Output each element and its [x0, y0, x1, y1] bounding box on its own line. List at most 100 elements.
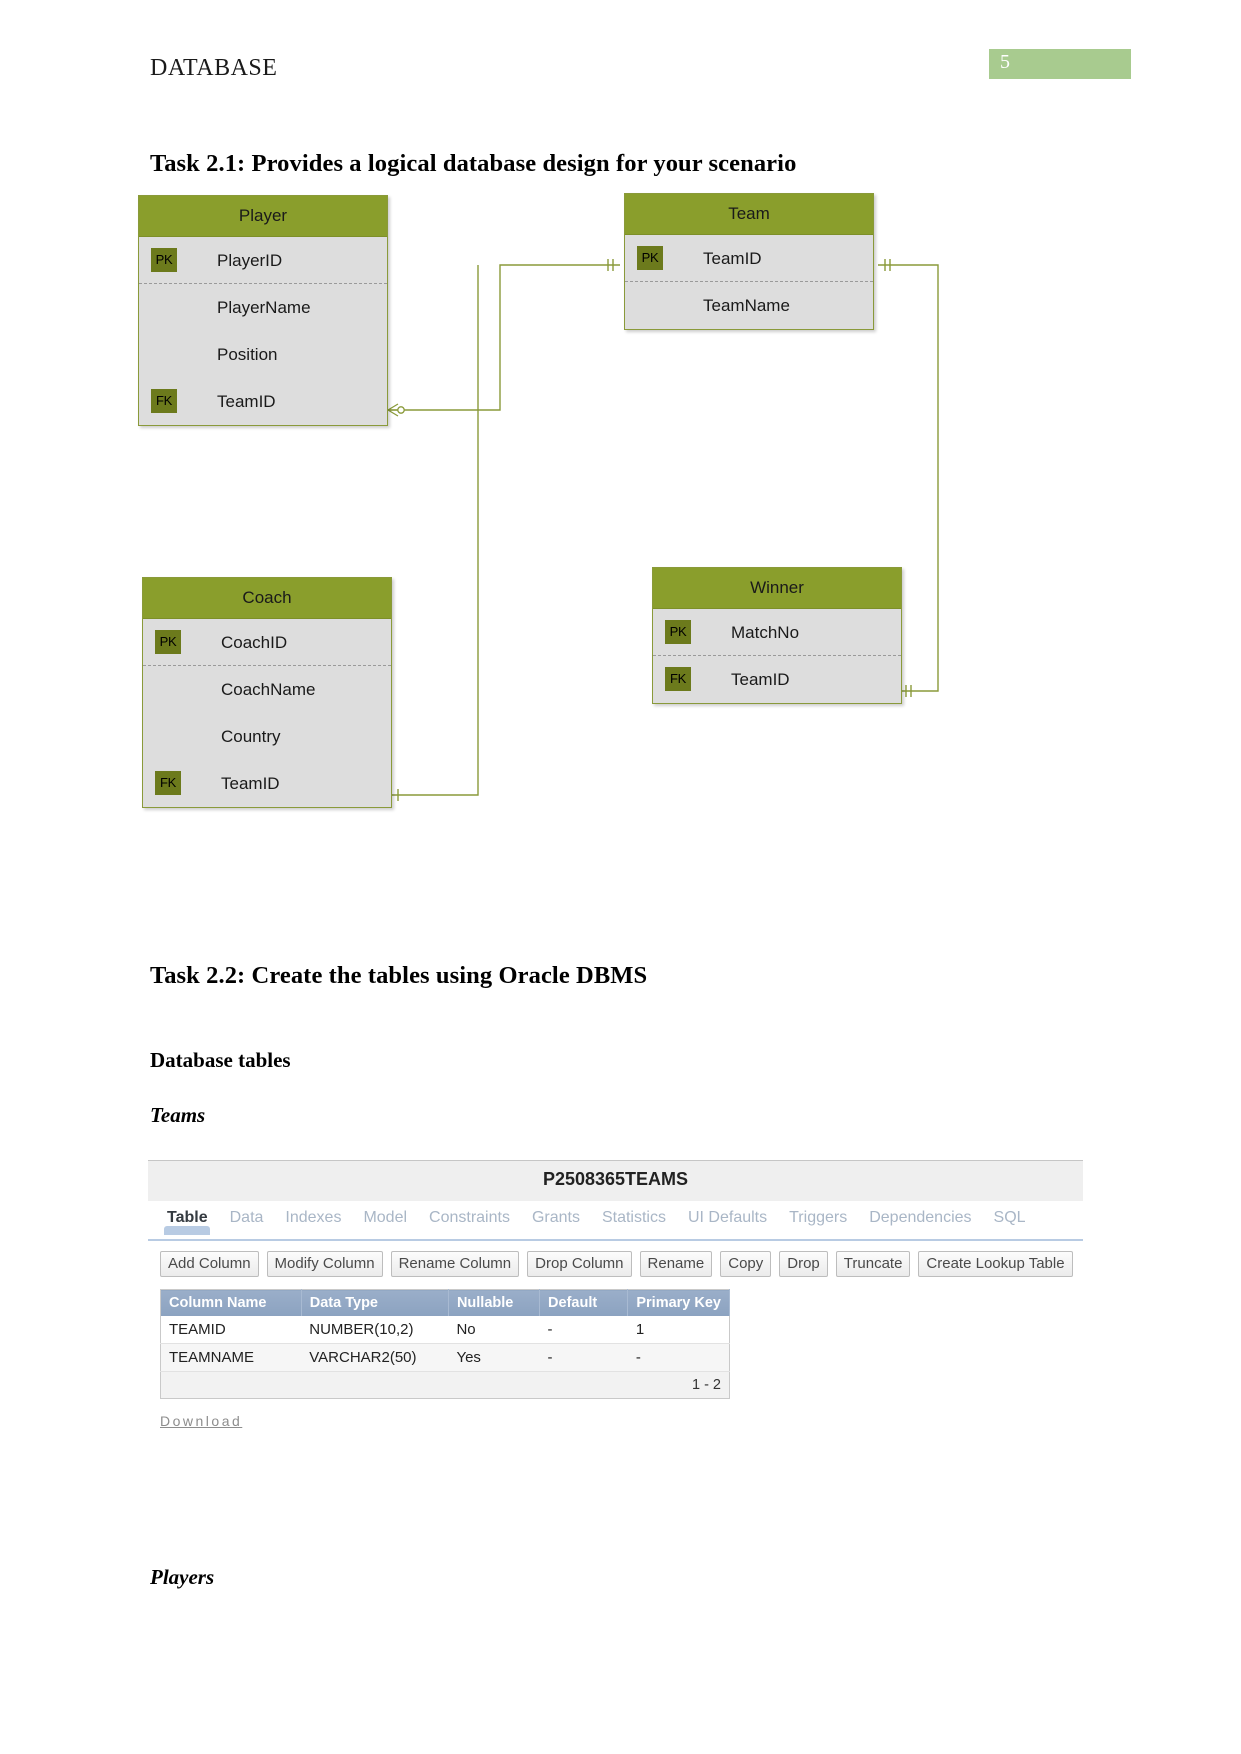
- drop-button[interactable]: Drop: [779, 1251, 828, 1277]
- apex-tab-strip[interactable]: Table Data Indexes Model Constraints Gra…: [148, 1201, 1083, 1241]
- tab-constraints[interactable]: Constraints: [420, 1201, 519, 1233]
- tab-model[interactable]: Model: [354, 1201, 416, 1233]
- entity-team: Team PK TeamID TeamName: [624, 193, 874, 330]
- page-header: DATABASE 5: [150, 49, 1131, 95]
- crowsfoot-player: [387, 403, 405, 417]
- page-number-badge: 5: [989, 49, 1131, 79]
- column-header-column-name[interactable]: Column Name: [160, 1289, 302, 1316]
- table-header-row: Column Name Data Type Nullable Default P…: [160, 1289, 730, 1316]
- cell-column-name: TEAMNAME: [160, 1343, 302, 1372]
- entity-winner: Winner PK MatchNo FK TeamID: [652, 567, 902, 704]
- tab-data[interactable]: Data: [221, 1201, 273, 1233]
- column-definitions-table: Column Name Data Type Nullable Default P…: [160, 1289, 730, 1399]
- cell-nullable: No: [448, 1316, 540, 1344]
- tab-grants[interactable]: Grants: [523, 1201, 589, 1233]
- attribute-coachname: CoachName: [143, 666, 391, 713]
- truncate-button[interactable]: Truncate: [835, 1251, 911, 1277]
- attribute-position: Position: [139, 331, 387, 378]
- apex-title-bar: P2508365TEAMS: [148, 1160, 1083, 1201]
- entity-player-title: Player: [139, 196, 387, 237]
- table-row[interactable]: TEAMNAME VARCHAR2(50) Yes - -: [160, 1343, 730, 1372]
- pk-badge: PK: [665, 620, 691, 644]
- heading-task-2-2: Task 2.2: Create the tables using Oracle…: [150, 962, 648, 989]
- cell-nullable: Yes: [448, 1343, 540, 1372]
- pk-badge: PK: [637, 246, 663, 270]
- entity-player-attributes: PK PlayerID PlayerName Position FK TeamI…: [139, 237, 387, 425]
- cell-data-type: VARCHAR2(50): [301, 1343, 449, 1372]
- tab-indexes[interactable]: Indexes: [276, 1201, 350, 1233]
- entity-team-title: Team: [625, 194, 873, 235]
- attribute-teamid: PK TeamID: [625, 235, 873, 282]
- rename-column-button[interactable]: Rename Column: [390, 1251, 520, 1277]
- page-number-value: 5: [1000, 51, 1010, 73]
- attribute-playername: PlayerName: [139, 284, 387, 331]
- tab-statistics[interactable]: Statistics: [593, 1201, 675, 1233]
- heading-teams: Teams: [150, 1103, 206, 1127]
- rename-button[interactable]: Rename: [639, 1251, 713, 1277]
- attribute-label: CoachName: [221, 680, 316, 699]
- attribute-label: TeamID: [217, 392, 276, 411]
- entity-player: Player PK PlayerID PlayerName Position F…: [138, 195, 388, 426]
- cell-default: -: [539, 1343, 628, 1372]
- attribute-label: TeamID: [703, 249, 762, 268]
- attribute-playerid: PK PlayerID: [139, 237, 387, 284]
- pk-badge: PK: [155, 630, 181, 654]
- attribute-teamname: TeamName: [625, 282, 873, 329]
- attribute-label: PlayerName: [217, 298, 311, 317]
- attribute-country: Country: [143, 713, 391, 760]
- entity-coach-title: Coach: [143, 578, 391, 619]
- attribute-label: TeamID: [731, 670, 790, 689]
- heading-database-tables: Database tables: [150, 1048, 291, 1072]
- attribute-label: PlayerID: [217, 251, 283, 270]
- tab-triggers[interactable]: Triggers: [780, 1201, 856, 1233]
- attribute-coachid: PK CoachID: [143, 619, 391, 666]
- cell-primary-key: 1: [627, 1316, 730, 1344]
- column-header-primary-key[interactable]: Primary Key: [627, 1289, 730, 1316]
- apex-action-toolbar: Add Column Modify Column Rename Column D…: [148, 1241, 1083, 1283]
- modify-column-button[interactable]: Modify Column: [266, 1251, 383, 1277]
- fk-badge: FK: [155, 771, 181, 795]
- drop-column-button[interactable]: Drop Column: [527, 1251, 632, 1277]
- entity-winner-attributes: PK MatchNo FK TeamID: [653, 609, 901, 703]
- attribute-teamid-fk: FK TeamID: [139, 378, 387, 425]
- entity-coach: Coach PK CoachID CoachName Country FK Te…: [142, 577, 392, 808]
- attribute-label: TeamName: [703, 296, 790, 315]
- attribute-label: TeamID: [221, 774, 280, 793]
- copy-button[interactable]: Copy: [720, 1251, 772, 1277]
- heading-players: Players: [150, 1565, 215, 1589]
- attribute-label: CoachID: [221, 633, 288, 652]
- cell-data-type: NUMBER(10,2): [301, 1316, 449, 1344]
- tab-table[interactable]: Table: [158, 1201, 217, 1235]
- column-header-nullable[interactable]: Nullable: [448, 1289, 541, 1316]
- cell-default: -: [539, 1316, 628, 1344]
- attribute-teamid-fk: FK TeamID: [143, 760, 391, 807]
- heading-task-2-1: Task 2.1: Provides a logical database de…: [150, 150, 797, 177]
- download-link[interactable]: Download: [160, 1413, 242, 1429]
- fk-badge: FK: [151, 389, 177, 413]
- cell-primary-key: -: [627, 1343, 730, 1372]
- attribute-label: MatchNo: [731, 623, 800, 642]
- tab-sql[interactable]: SQL: [985, 1201, 1035, 1233]
- pagination-label: 1 - 2: [160, 1371, 730, 1399]
- column-header-data-type[interactable]: Data Type: [301, 1289, 449, 1316]
- attribute-label: Position: [217, 345, 278, 364]
- tab-dependencies[interactable]: Dependencies: [860, 1201, 980, 1233]
- add-column-button[interactable]: Add Column: [160, 1251, 259, 1277]
- attribute-label: Country: [221, 727, 281, 746]
- er-diagram: Player PK PlayerID PlayerName Position F…: [130, 185, 1110, 845]
- pk-badge: PK: [151, 248, 177, 272]
- column-header-default[interactable]: Default: [539, 1289, 629, 1316]
- fk-badge: FK: [665, 667, 691, 691]
- cell-column-name: TEAMID: [160, 1316, 302, 1344]
- document-title: DATABASE: [150, 55, 278, 81]
- tab-ui-defaults[interactable]: UI Defaults: [679, 1201, 776, 1233]
- apex-table-screenshot: P2508365TEAMS Table Data Indexes Model C…: [148, 1160, 1083, 1431]
- entity-team-attributes: PK TeamID TeamName: [625, 235, 873, 329]
- entity-winner-title: Winner: [653, 568, 901, 609]
- create-lookup-table-button[interactable]: Create Lookup Table: [918, 1251, 1073, 1277]
- apex-table-name: P2508365TEAMS: [542, 1169, 689, 1189]
- attribute-matchno: PK MatchNo: [653, 609, 901, 656]
- entity-coach-attributes: PK CoachID CoachName Country FK TeamID: [143, 619, 391, 807]
- table-row[interactable]: TEAMID NUMBER(10,2) No - 1: [160, 1316, 730, 1344]
- attribute-teamid-fk: FK TeamID: [653, 656, 901, 703]
